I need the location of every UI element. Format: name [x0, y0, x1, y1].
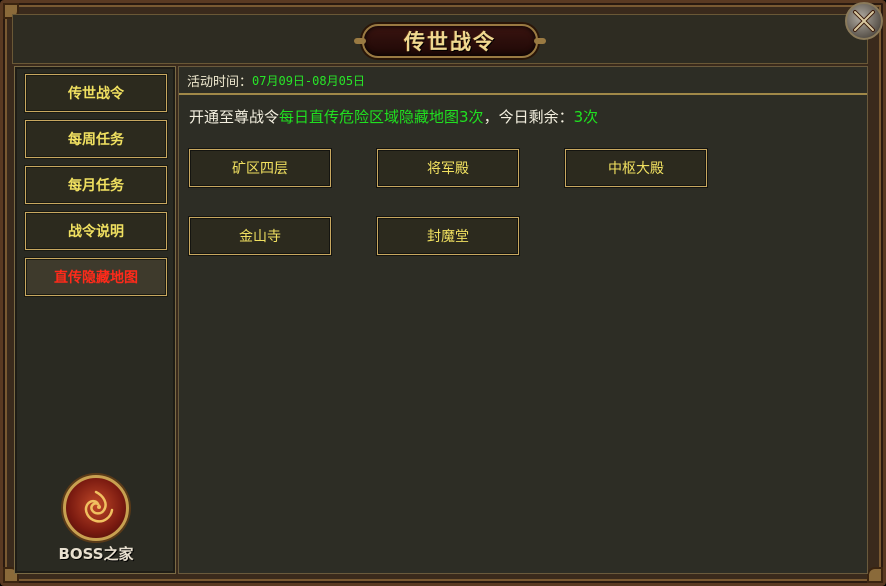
map-button-mine-level-4[interactable]: 矿区四层	[189, 149, 331, 187]
close-button[interactable]	[845, 2, 883, 40]
main-panel: 活动时间： 07月09日-08月05日 开通至尊战令 每日直传危险区域隐藏地图3…	[178, 66, 868, 574]
logo-text: BOSS之家	[58, 545, 134, 563]
remaining-count: 3次	[573, 107, 599, 126]
event-time-label: 活动时间：	[187, 74, 253, 90]
dragon-emblem-icon	[63, 475, 129, 541]
map-button-demon-seal-hall[interactable]: 封魔堂	[377, 217, 519, 255]
sidebar: 传世战令 每周任务 每月任务 战令说明 直传隐藏地图 BOSS之家	[14, 66, 176, 574]
window-title-plate: 传世战令	[354, 24, 546, 58]
title-ornament-right	[534, 38, 546, 44]
notice-highlight: 每日直传危险区域隐藏地图3次	[279, 107, 484, 126]
window-title: 传世战令	[404, 30, 496, 54]
event-time-bar: 活动时间： 07月09日-08月05日	[179, 67, 867, 95]
map-button-jinshan-temple[interactable]: 金山寺	[189, 217, 331, 255]
sidebar-item-pass-info[interactable]: 战令说明	[25, 212, 167, 250]
sidebar-item-weekly-tasks[interactable]: 每周任务	[25, 120, 167, 158]
notice-middle: ，今日剩余：	[483, 107, 574, 126]
sidebar-item-hidden-map-teleport[interactable]: 直传隐藏地图	[25, 258, 167, 296]
map-button-central-hall[interactable]: 中枢大殿	[565, 149, 707, 187]
sidebar-item-battle-pass[interactable]: 传世战令	[25, 74, 167, 112]
event-time-value: 07月09日-08月05日	[252, 73, 366, 88]
title-ornament-left	[354, 38, 366, 44]
frame-corner-ornament	[867, 567, 883, 583]
sidebar-item-monthly-tasks[interactable]: 每月任务	[25, 166, 167, 204]
notice-prefix: 开通至尊战令	[189, 107, 280, 126]
close-crossed-swords-icon	[853, 10, 875, 32]
map-button-general-hall[interactable]: 将军殿	[377, 149, 519, 187]
boss-home-logo: BOSS之家	[43, 475, 149, 567]
notice-text: 开通至尊战令 每日直传危险区域隐藏地图3次 ，今日剩余： 3次	[189, 105, 598, 127]
